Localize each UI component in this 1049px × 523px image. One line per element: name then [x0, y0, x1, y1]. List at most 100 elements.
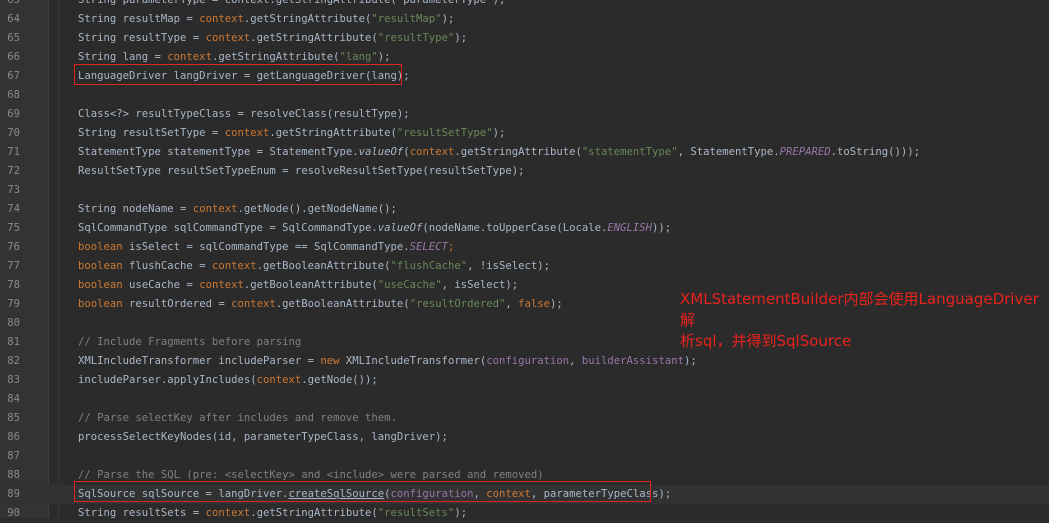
line-number: 81 [7, 336, 20, 348]
line-number: 73 [7, 184, 20, 196]
code-token: String resultMap = [78, 13, 200, 25]
code-token: context [409, 146, 455, 158]
code-token: , isSelect); [441, 279, 519, 291]
code-line-87[interactable]: 87 [0, 447, 1049, 466]
code-line-73[interactable]: 73 [0, 181, 1049, 200]
code-editor[interactable]: 63 String parameterType = context.getStri… [0, 0, 1049, 519]
code-token: ); [454, 507, 468, 519]
code-token: includeParser.applyIncludes( [78, 374, 257, 386]
code-token: configuration [486, 355, 570, 367]
code-token: ); [377, 51, 391, 63]
code-token: "resultSetType" [396, 127, 493, 139]
code-line-72[interactable]: 72 ResultSetType resultSetTypeEnum = reso… [0, 162, 1049, 181]
code-text[interactable]: processSelectKeyNodes(id, parameterTypeC… [78, 428, 448, 447]
code-line-71[interactable]: 71 StatementType statementType = Statemen… [0, 143, 1049, 162]
code-token: "useCache" [377, 279, 442, 291]
code-line-68[interactable]: 68 [0, 86, 1049, 105]
code-token: .getBooleanAttribute( [275, 298, 410, 310]
code-line-65[interactable]: 65 String resultType = context.getStringA… [0, 29, 1049, 48]
code-token: configuration [390, 488, 474, 500]
code-text[interactable]: // Parse selectKey after includes and re… [78, 409, 397, 428]
code-text[interactable]: SqlSource sqlSource = langDriver.createS… [78, 485, 671, 504]
code-token: String lang = [78, 51, 168, 63]
line-number: 69 [7, 108, 20, 120]
code-token: context [167, 51, 212, 63]
code-token: XMLIncludeTransformer includeParser = [78, 355, 321, 367]
line-number: 80 [7, 317, 20, 329]
code-line-69[interactable]: 69 Class<?> resultTypeClass = resolveClas… [0, 105, 1049, 124]
code-line-74[interactable]: 74 String nodeName = context.getNode().ge… [0, 200, 1049, 219]
code-token: ); [492, 127, 506, 139]
code-token: "resultSets" [377, 507, 455, 519]
code-text[interactable]: // Parse the SQL (pre: <selectKey> and <… [78, 466, 544, 485]
code-token: XMLIncludeTransformer( [345, 355, 487, 367]
code-line-76[interactable]: 76 boolean isSelect = sqlCommandType == S… [0, 238, 1049, 257]
line-number: 85 [7, 412, 20, 424]
code-token: // Parse the SQL (pre: <selectKey> and <… [78, 469, 544, 481]
code-token: context [256, 374, 302, 386]
code-token: useCache = [129, 279, 200, 291]
code-line-67[interactable]: 67 LanguageDriver langDriver = getLanguag… [0, 67, 1049, 86]
code-token: context [486, 488, 531, 500]
line-number: 84 [7, 393, 20, 405]
line-number: 64 [7, 13, 20, 25]
code-token: .getStringAttribute( [250, 507, 378, 519]
line-number: 66 [7, 51, 20, 63]
code-token: context [211, 260, 257, 272]
line-number: 65 [7, 32, 20, 44]
code-line-88[interactable]: 88 // Parse the SQL (pre: <selectKey> and… [0, 466, 1049, 485]
code-line-70[interactable]: 70 String resultSetType = context.getStri… [0, 124, 1049, 143]
code-text[interactable]: String resultMap = context.getStringAttr… [78, 10, 454, 29]
code-text[interactable]: includeParser.applyIncludes(context.getN… [78, 371, 378, 390]
line-number: 75 [7, 222, 20, 234]
code-line-86[interactable]: 86 processSelectKeyNodes(id, parameterTyp… [0, 428, 1049, 447]
code-text[interactable]: StatementType statementType = StatementT… [78, 143, 920, 162]
code-text[interactable]: String parameterType = context.getString… [78, 0, 505, 10]
code-text[interactable]: XMLIncludeTransformer includeParser = ne… [78, 352, 697, 371]
annotation-line-1: XMLStatementBuilder内部会使用LanguageDriver解 [680, 290, 1039, 329]
code-text[interactable]: boolean flushCache = context.getBooleanA… [78, 257, 550, 276]
code-token: "lang" [339, 51, 378, 63]
code-text[interactable]: SqlCommandType sqlCommandType = SqlComma… [78, 219, 671, 238]
code-line-64[interactable]: 64 String resultMap = context.getStringAt… [0, 10, 1049, 29]
code-token: false [518, 298, 551, 310]
code-token: ENGLISH [607, 222, 653, 234]
code-token: , [569, 355, 582, 367]
code-text[interactable]: String nodeName = context.getNode().getN… [78, 200, 397, 219]
code-token: ; [447, 241, 455, 253]
code-line-83[interactable]: 83 includeParser.applyIncludes(context.ge… [0, 371, 1049, 390]
code-token: String resultSetType = [78, 127, 225, 139]
code-line-82[interactable]: 82 XMLIncludeTransformer includeParser = … [0, 352, 1049, 371]
code-line-66[interactable]: 66 String lang = context.getStringAttribu… [0, 48, 1049, 67]
code-token: context [224, 127, 270, 139]
code-text[interactable]: String resultSets = context.getStringAtt… [78, 504, 467, 523]
code-token: ); [441, 13, 455, 25]
code-text[interactable]: String lang = context.getStringAttribute… [78, 48, 391, 67]
code-text[interactable]: String resultSetType = context.getString… [78, 124, 505, 143]
line-number: 70 [7, 127, 20, 139]
code-token: "resultMap" [371, 13, 442, 25]
line-number: 90 [7, 507, 20, 519]
code-line-77[interactable]: 77 boolean flushCache = context.getBoolea… [0, 257, 1049, 276]
code-token: .toString())); [830, 146, 920, 158]
code-token: .getStringAttribute( [211, 51, 340, 63]
code-line-75[interactable]: 75 SqlCommandType sqlCommandType = SqlCom… [0, 219, 1049, 238]
code-token: processSelectKeyNodes(id, parameterTypeC… [78, 431, 448, 443]
code-text[interactable]: ResultSetType resultSetTypeEnum = resolv… [78, 162, 524, 181]
code-text[interactable]: Class<?> resultTypeClass = resolveClass(… [78, 105, 410, 124]
code-line-89[interactable]: 89 SqlSource sqlSource = langDriver.creat… [0, 485, 1049, 504]
code-token: "resultType" [377, 32, 455, 44]
code-text[interactable]: boolean isSelect = sqlCommandType == Sql… [78, 238, 454, 257]
code-text[interactable]: String resultType = context.getStringAtt… [78, 29, 467, 48]
code-line-90[interactable]: 90 String resultSets = context.getStringA… [0, 504, 1049, 523]
line-number: 83 [7, 374, 20, 386]
code-text[interactable]: LanguageDriver langDriver = getLanguageD… [78, 67, 410, 86]
code-text[interactable]: boolean resultOrdered = context.getBoole… [78, 295, 563, 314]
code-token: PREPARED [779, 146, 831, 158]
line-number: 79 [7, 298, 20, 310]
code-line-84[interactable]: 84 [0, 390, 1049, 409]
code-text[interactable]: // Include Fragments before parsing [78, 333, 301, 352]
code-line-85[interactable]: 85 // Parse selectKey after includes and … [0, 409, 1049, 428]
code-text[interactable]: boolean useCache = context.getBooleanAtt… [78, 276, 518, 295]
code-line-63[interactable]: 63 String parameterType = context.getStri… [0, 0, 1049, 10]
